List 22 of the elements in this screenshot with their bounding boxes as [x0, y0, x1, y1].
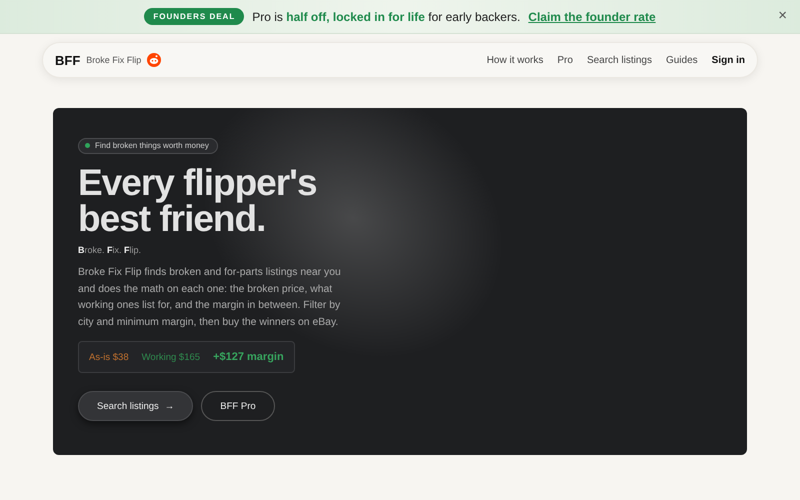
- hero-description: Broke Fix Flip finds broken and for-parts listings near you and does the math on each one: the broken price, what working ones list for, and the margin in between. Filter by city and minimum margin, then buy the winners on eBay.: [78, 266, 342, 330]
- close-button[interactable]: ×: [775, 7, 790, 24]
- pill-text: Find broken things worth money: [95, 141, 209, 150]
- promo-message: Pro is half off, locked in for life for early backers.: [252, 10, 520, 24]
- nav-link[interactable]: How it works: [486, 54, 544, 66]
- sign-in-link[interactable]: Sign in: [712, 54, 745, 66]
- robot-head-icon: [147, 53, 162, 67]
- brand-name: Broke Fix Flip: [86, 55, 142, 65]
- hero-headline: Every flipper's best friend.: [78, 165, 318, 237]
- claim-link[interactable]: Claim the founder rate: [528, 10, 656, 24]
- tagline: Broke. Fix. Flip.: [78, 245, 142, 255]
- nav-link[interactable]: Pro: [557, 54, 573, 66]
- nav-link[interactable]: Search listings: [586, 54, 652, 66]
- price-label: Working $165: [142, 352, 200, 362]
- deal-badge: FOUNDERS DEAL: [144, 8, 244, 25]
- price-label: As-is $38: [89, 352, 129, 362]
- status-dot-icon: [85, 143, 90, 148]
- price-label: +$127 margin: [213, 351, 284, 363]
- search-listings-button[interactable]: Search listings →: [78, 391, 194, 421]
- logo[interactable]: BFF: [55, 52, 80, 68]
- nav-link[interactable]: Guides: [666, 54, 698, 66]
- pro-button[interactable]: BFF Pro: [201, 391, 275, 421]
